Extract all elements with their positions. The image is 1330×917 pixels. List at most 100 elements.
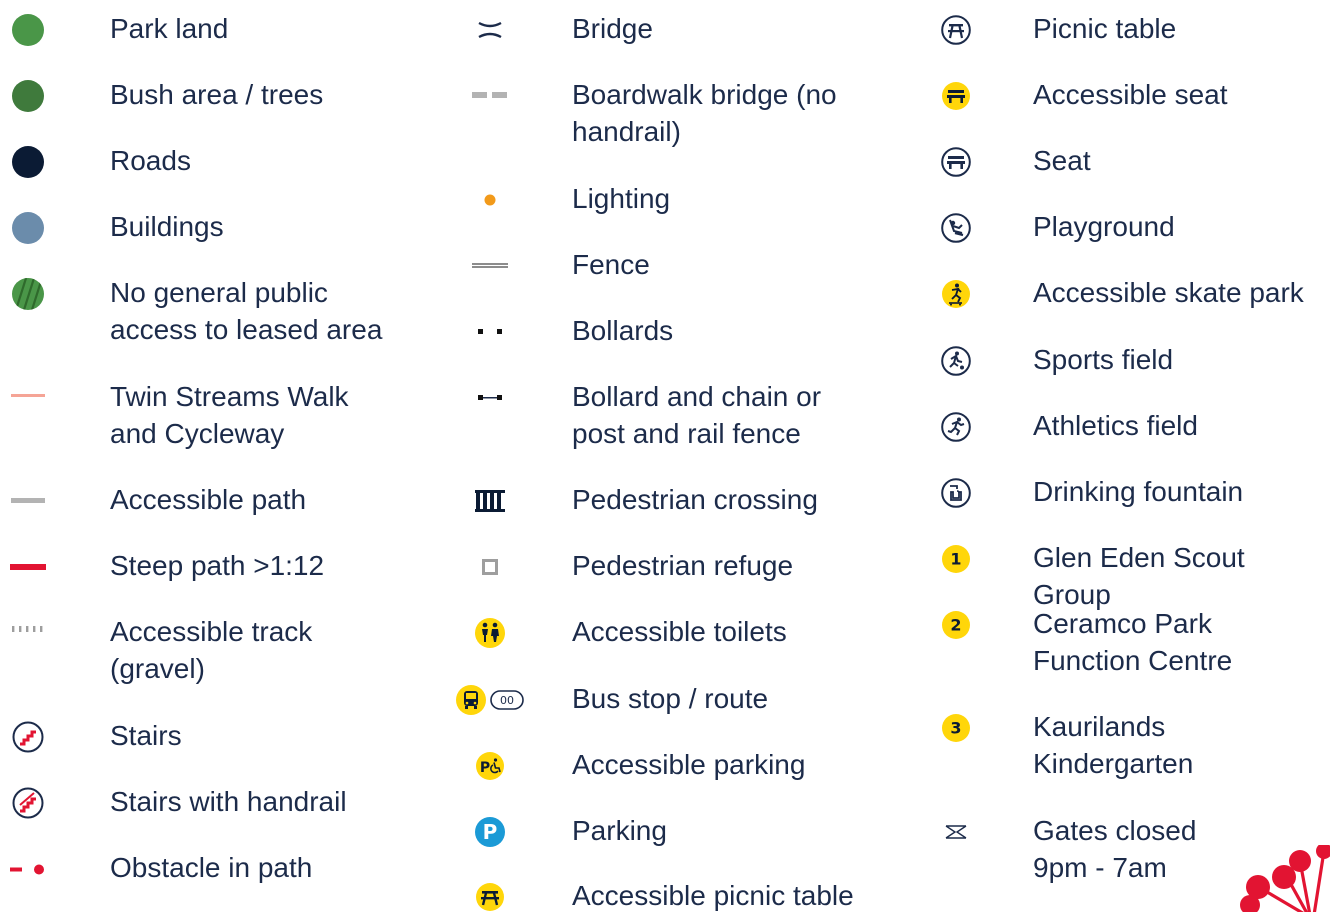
legend-item-athletics-field: Athletics field bbox=[928, 407, 1330, 447]
legend-item-accessible-seat: Accessible seat bbox=[928, 76, 1330, 116]
legend-item-pedestrian-refuge: Pedestrian refuge bbox=[462, 547, 892, 587]
legend-label: Bollard and chain or post and rail fence bbox=[572, 381, 822, 449]
legend-item-parking: P Parking bbox=[462, 812, 892, 852]
stairs-handrail-icon bbox=[0, 783, 56, 823]
roads-swatch bbox=[0, 142, 56, 182]
cycleway-line bbox=[0, 376, 56, 416]
legend-item-bollards: Bollards bbox=[462, 312, 892, 352]
legend-item-leased-area: No general public access to leased area bbox=[0, 274, 420, 345]
pedestrian-crossing-icon bbox=[462, 481, 518, 521]
sports-field-icon bbox=[928, 341, 984, 381]
legend-label: Athletics field bbox=[1033, 410, 1198, 441]
legend-label: Bush area / trees bbox=[110, 79, 324, 110]
legend-item-cycleway: Twin Streams Walk and Cycleway bbox=[0, 376, 420, 449]
legend-label: Pedestrian refuge bbox=[572, 550, 794, 581]
legend-label: Kaurilands Kindergarten bbox=[1033, 711, 1194, 779]
legend-label: Stairs with handrail bbox=[110, 786, 347, 817]
legend-label: Gates closed 9pm - 7am bbox=[1033, 815, 1197, 883]
accessible-path-line bbox=[0, 481, 56, 521]
legend-item-fence: Fence bbox=[462, 246, 892, 286]
number-badge-2: 2 bbox=[928, 605, 984, 645]
legend-item-park-land: Park land bbox=[0, 10, 420, 50]
legend-label: Picnic table bbox=[1033, 13, 1177, 44]
legend-label: Parking bbox=[572, 815, 667, 846]
legend-label: Accessible picnic table bbox=[572, 880, 854, 911]
legend-item-ceramco-park: 2 Ceramco Park Function Centre bbox=[928, 605, 1330, 676]
legend-label: Steep path >1:12 bbox=[110, 550, 325, 581]
legend-label: Fence bbox=[572, 249, 650, 280]
legend-label: Buildings bbox=[110, 211, 224, 242]
legend-item-bollard-chain: Bollard and chain or post and rail fence bbox=[462, 378, 892, 449]
legend-item-playground: Playground bbox=[928, 208, 1330, 248]
legend-label: Accessible seat bbox=[1033, 79, 1228, 110]
legend-item-buildings: Buildings bbox=[0, 208, 420, 248]
legend-label: Stairs bbox=[110, 720, 182, 751]
accessible-parking-icon: P bbox=[462, 746, 518, 786]
map-legend: Park land Bush area / trees Roads Buildi… bbox=[0, 0, 1330, 912]
accessible-toilets-icon bbox=[462, 613, 518, 653]
legend-label: Accessible track (gravel) bbox=[110, 616, 313, 684]
drinking-fountain-icon bbox=[928, 473, 984, 513]
boardwalk-bridge-icon bbox=[462, 76, 518, 116]
legend-item-bridge: Bridge bbox=[462, 10, 892, 50]
legend-label: Pedestrian crossing bbox=[572, 484, 818, 515]
gates-closed-icon bbox=[928, 812, 984, 852]
picnic-table-icon bbox=[928, 10, 984, 50]
legend-label: Obstacle in path bbox=[110, 852, 313, 883]
bollards-icon bbox=[462, 312, 518, 352]
legend-label: Accessible path bbox=[110, 484, 307, 515]
accessible-seat-icon bbox=[928, 76, 984, 116]
accessible-skate-park-icon bbox=[928, 274, 984, 314]
legend-item-accessible-skate-park: Accessible skate park bbox=[928, 274, 1330, 314]
lighting-dot bbox=[462, 180, 518, 220]
steep-path-line bbox=[0, 547, 56, 587]
legend-item-gravel-track: Accessible track (gravel) bbox=[0, 613, 420, 684]
legend-item-seat: Seat bbox=[928, 142, 1330, 182]
badge-number: 1 bbox=[950, 550, 961, 569]
bollard-chain-icon bbox=[462, 378, 518, 418]
bush-area-swatch bbox=[0, 76, 56, 116]
legend-item-accessible-picnic-table: Accessible picnic table bbox=[462, 877, 892, 917]
fence-line bbox=[462, 246, 518, 286]
pedestrian-refuge-icon bbox=[462, 547, 518, 587]
legend-item-accessible-parking: P Accessible parking bbox=[462, 746, 892, 786]
legend-label: Accessible parking bbox=[572, 749, 806, 780]
legend-item-stairs: Stairs bbox=[0, 717, 420, 757]
legend-label: Ceramco Park Function Centre bbox=[1033, 608, 1233, 676]
legend-label: Glen Eden Scout Group bbox=[1033, 542, 1245, 610]
legend-label: Lighting bbox=[572, 183, 671, 214]
legend-label: Seat bbox=[1033, 145, 1091, 176]
legend-item-picnic-table: Picnic table bbox=[928, 10, 1330, 50]
accessible-picnic-table-icon bbox=[462, 877, 518, 917]
legend-item-pedestrian-crossing: Pedestrian crossing bbox=[462, 481, 892, 521]
obstacle-icon bbox=[0, 849, 56, 889]
athletics-field-icon bbox=[928, 407, 984, 447]
bridge-icon bbox=[462, 10, 518, 50]
legend-label: Park land bbox=[110, 13, 229, 44]
brand-logo-mark bbox=[1240, 845, 1330, 912]
seat-icon bbox=[928, 142, 984, 182]
number-badge-3: 3 bbox=[928, 708, 984, 748]
legend-label: Playground bbox=[1033, 211, 1175, 242]
legend-label: No general public access to leased area bbox=[110, 277, 383, 345]
parking-letter: P bbox=[480, 760, 490, 776]
legend-item-obstacle: Obstacle in path bbox=[0, 849, 420, 889]
legend-item-glen-eden-scout-group: 1 Glen Eden Scout Group bbox=[928, 539, 1330, 610]
parking-icon: P bbox=[462, 812, 518, 852]
legend-label: Bridge bbox=[572, 13, 653, 44]
legend-label: Accessible toilets bbox=[572, 616, 787, 647]
parking-letter: P bbox=[483, 820, 498, 844]
leased-area-hatch-swatch bbox=[0, 274, 56, 314]
bus-route-number: 00 bbox=[500, 694, 514, 707]
legend-item-steep-path: Steep path >1:12 bbox=[0, 547, 420, 587]
legend-label: Accessible skate park bbox=[1033, 277, 1304, 308]
legend-item-accessible-toilets: Accessible toilets bbox=[462, 613, 892, 653]
playground-icon bbox=[928, 208, 984, 248]
legend-item-accessible-path: Accessible path bbox=[0, 481, 420, 521]
badge-number: 2 bbox=[950, 616, 961, 635]
legend-label: Boardwalk bridge (no handrail) bbox=[572, 79, 837, 147]
legend-item-stairs-handrail: Stairs with handrail bbox=[0, 783, 420, 823]
legend-label: Twin Streams Walk and Cycleway bbox=[110, 381, 349, 449]
stairs-icon bbox=[0, 717, 56, 757]
buildings-swatch bbox=[0, 208, 56, 248]
